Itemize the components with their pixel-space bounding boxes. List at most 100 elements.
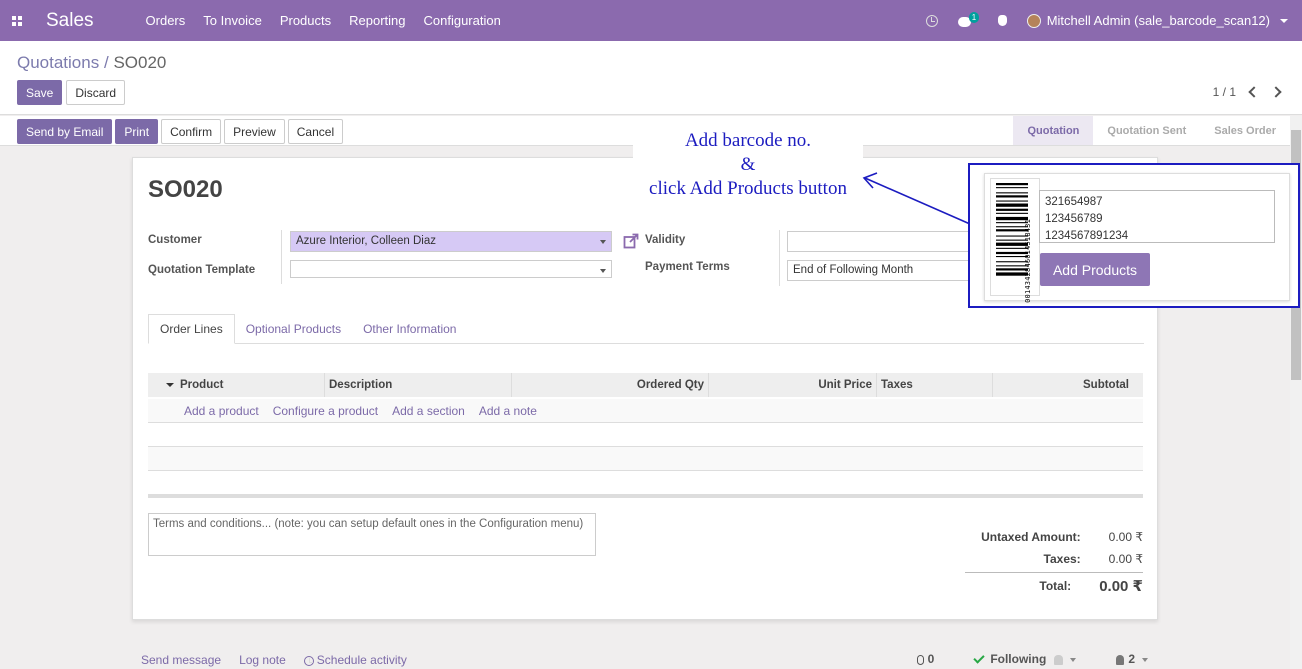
barcode-bar <box>996 203 1028 207</box>
column-unit-price[interactable]: Unit Price <box>709 373 877 397</box>
avatar <box>1026 13 1041 28</box>
configure-product-link[interactable]: Configure a product <box>273 404 378 418</box>
schedule-activity-link[interactable]: Schedule activity <box>303 653 407 667</box>
stage-quotation[interactable]: Quotation <box>1013 116 1094 145</box>
chevron-right-icon[interactable] <box>1270 86 1282 98</box>
untaxed-amount-value: 0.00 ₹ <box>1108 530 1143 544</box>
barcode-bar <box>996 200 1028 202</box>
column-ordered-qty[interactable]: Ordered Qty <box>512 373 709 397</box>
debug-bug-icon[interactable] <box>997 15 1007 26</box>
validity-field[interactable] <box>787 231 977 252</box>
annotation-note: Add barcode no. & click Add Products but… <box>633 127 863 203</box>
caret-down-icon <box>1280 18 1288 23</box>
barcode-image: 0014342846014518431 <box>990 178 1040 303</box>
print-button[interactable]: Print <box>115 119 159 144</box>
breadcrumb-separator: / <box>103 53 109 72</box>
activity-clock-icon[interactable] <box>925 14 938 27</box>
confirm-button[interactable]: Confirm <box>161 119 222 144</box>
discard-button[interactable]: Discard <box>66 80 126 105</box>
breadcrumb: Quotations / SO020 <box>17 53 166 73</box>
add-product-link[interactable]: Add a product <box>184 404 259 418</box>
menu-configuration[interactable]: Configuration <box>424 13 501 28</box>
followers-button[interactable]: 2 <box>1116 652 1148 666</box>
cancel-button[interactable]: Cancel <box>287 119 344 144</box>
send-by-email-button[interactable]: Send by Email <box>17 119 113 144</box>
add-section-link[interactable]: Add a section <box>392 404 465 418</box>
column-taxes[interactable]: Taxes <box>877 373 993 397</box>
customer-field[interactable]: Azure Interior, Colleen Diaz <box>290 231 612 252</box>
tab-other-information[interactable]: Other Information <box>352 314 467 343</box>
column-taxes-label: Taxes <box>881 379 913 391</box>
template-label: Quotation Template <box>148 264 256 276</box>
grid-icon <box>12 15 22 26</box>
following-button[interactable]: Following <box>973 652 1077 666</box>
annotation-line-1: Add barcode no. <box>684 130 812 151</box>
field-separator <box>281 230 282 284</box>
column-product-label: Product <box>180 379 224 391</box>
following-label: Following <box>990 652 1047 666</box>
schedule-activity-label: Schedule activity <box>316 653 407 667</box>
person-icon <box>1116 654 1125 665</box>
totals-summary: Untaxed Amount: 0.00 ₹ Taxes: 0.00 ₹ Tot… <box>965 526 1143 597</box>
add-products-button[interactable]: Add Products <box>1040 253 1150 286</box>
user-menu[interactable]: Mitchell Admin (sale_barcode_scan12) <box>1026 13 1288 28</box>
barcode-bar <box>996 212 1028 214</box>
dropdown-caret-icon <box>600 240 606 244</box>
taxes-label: Taxes: <box>1043 552 1081 566</box>
tab-order-lines[interactable]: Order Lines <box>148 314 235 344</box>
column-description-label: Description <box>329 379 393 391</box>
chatter-bar: Send message Log note Schedule activity … <box>0 645 1290 669</box>
taxes-value: 0.00 ₹ <box>1108 552 1143 566</box>
breadcrumb-parent[interactable]: Quotations <box>17 53 99 72</box>
barcode-textarea[interactable]: 321654987 123456789 1234567891234 <box>1039 190 1275 243</box>
pager: 1 / 1 <box>1213 85 1282 99</box>
add-note-link[interactable]: Add a note <box>479 404 537 418</box>
attachments-button[interactable]: 0 <box>916 652 934 666</box>
caret-down-icon <box>1070 657 1077 662</box>
apps-menu-button[interactable] <box>0 0 34 41</box>
send-message-link[interactable]: Send message <box>141 653 221 667</box>
barcode-bar <box>996 187 1028 189</box>
app-name[interactable]: Sales <box>46 10 94 32</box>
paperclip-icon <box>916 654 924 665</box>
barcode-number: 0014342846014518431 <box>1024 219 1032 303</box>
messaging-menu[interactable]: 1 <box>957 11 980 28</box>
notebook-tabs: Order Lines Optional Products Other Info… <box>148 314 1144 344</box>
total-label: Total: <box>1039 579 1072 593</box>
menu-reporting[interactable]: Reporting <box>349 13 405 28</box>
preview-button[interactable]: Preview <box>224 119 285 144</box>
terms-input[interactable]: Terms and conditions... (note: you can s… <box>148 513 596 556</box>
external-link-icon[interactable] <box>623 233 639 249</box>
menu-to-invoice[interactable]: To Invoice <box>203 13 262 28</box>
payment-terms-label: Payment Terms <box>645 261 730 273</box>
sort-caret-icon <box>166 383 174 387</box>
column-description[interactable]: Description <box>325 373 512 397</box>
column-unit-price-label: Unit Price <box>818 379 872 391</box>
annotation-arrow-icon <box>862 172 971 225</box>
column-ordered-qty-label: Ordered Qty <box>636 379 704 391</box>
validity-label: Validity <box>645 234 686 246</box>
followers-count: 2 <box>1128 652 1135 666</box>
clock-icon <box>303 655 314 666</box>
stage-sales-order[interactable]: Sales Order <box>1200 116 1290 145</box>
table-row <box>148 471 1143 495</box>
barcode-highlight-box: 0014342846014518431 321654987 123456789 … <box>968 163 1300 308</box>
log-note-link[interactable]: Log note <box>239 653 286 667</box>
user-name: Mitchell Admin (sale_barcode_scan12) <box>1046 13 1270 28</box>
table-row <box>148 447 1143 471</box>
save-button[interactable]: Save <box>17 80 63 105</box>
annotation-line-3: click Add Products button <box>649 178 847 199</box>
column-subtotal[interactable]: Subtotal <box>993 373 1143 397</box>
page-title: SO020 <box>148 176 223 203</box>
stage-quotation-sent[interactable]: Quotation Sent <box>1093 116 1200 145</box>
payment-terms-field[interactable]: End of Following Month <box>787 260 977 281</box>
column-product[interactable]: Product <box>148 373 325 397</box>
check-icon <box>973 652 985 664</box>
dropdown-caret-icon <box>600 269 606 273</box>
payment-terms-value: End of Following Month <box>793 264 914 276</box>
tab-optional-products[interactable]: Optional Products <box>235 314 352 343</box>
menu-orders[interactable]: Orders <box>146 13 186 28</box>
chevron-left-icon[interactable] <box>1248 86 1260 98</box>
template-field[interactable] <box>290 260 612 278</box>
menu-products[interactable]: Products <box>280 13 331 28</box>
